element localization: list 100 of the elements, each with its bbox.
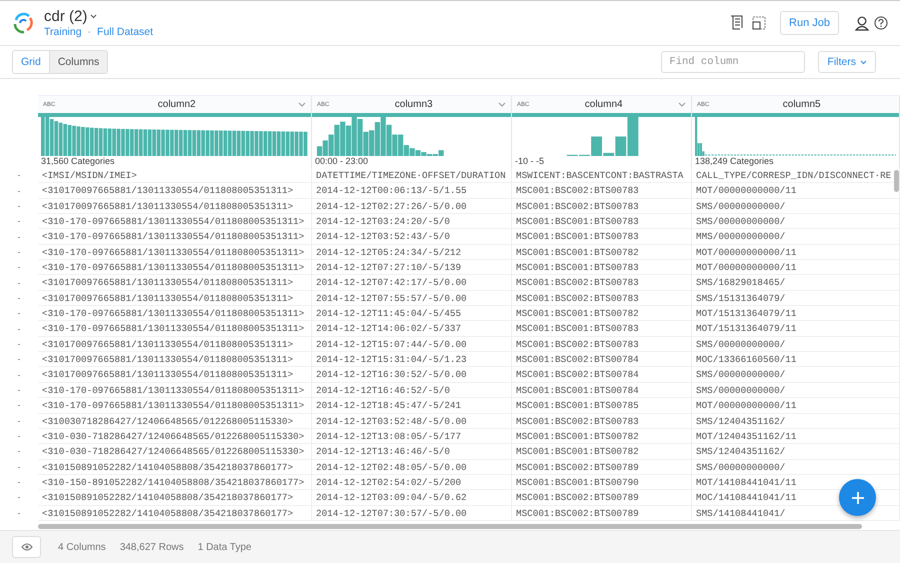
table-cell: MSC001:BSC001:BTS00790	[512, 474, 692, 490]
table-cell: SMS/12404351162/	[692, 414, 900, 429]
table-cell: MSC001:BSC001:BTS00785	[512, 398, 692, 414]
scrollbar-thumb[interactable]	[38, 524, 862, 528]
column-name: column3	[394, 99, 434, 110]
table-cell: 2014-12-12T07:55:57/-5/0.00	[312, 290, 512, 306]
frame-icon[interactable]	[752, 16, 766, 30]
row-marker	[18, 344, 20, 345]
document-icon[interactable]	[730, 15, 744, 31]
status-text: 1 Data Type	[198, 542, 252, 552]
add-button[interactable]	[839, 479, 876, 516]
dataset-title[interactable]: cdr (2)	[44, 8, 88, 25]
table-cell: <310-170-097665881/13011330554/011808005351311>	[38, 398, 312, 414]
row-marker	[18, 436, 20, 438]
row-marker	[18, 298, 20, 299]
table-cell: 2014-12-12T05:24:34/-5/212	[312, 244, 512, 260]
table-cell: MSC001:BSC002:BTS00784	[512, 367, 692, 383]
table-cell: 2014-12-12T00:06:13/-5/1.55	[312, 183, 512, 199]
table-cell: SMS/00000000000/	[692, 214, 900, 230]
table-cell: SMS/12404351162/	[692, 444, 900, 460]
table-cell: MSC001:BSC002:BTS00784	[512, 352, 692, 368]
row-marker	[18, 252, 20, 253]
table-cell: <310170097665881/13011330554/011808005351311>	[38, 367, 312, 383]
table-cell: SMS/00000000000/	[692, 367, 900, 383]
table-cell: <310-170-097665881/13011330554/011808005351311>	[38, 244, 312, 260]
table-cell: 2014-12-12T13:08:05/-5/177	[312, 428, 512, 444]
breadcrumb-separator: ·	[88, 26, 92, 38]
table-cell: <310150891052282/14104058808/354218037860177>	[38, 490, 312, 506]
table-cell: MSWICENT:BASCENTCONT:BASTRASTA	[512, 168, 692, 184]
column-summary: -10 - -5	[515, 156, 544, 166]
table-cell: MOT/12404351162/11	[692, 428, 900, 444]
table-cell: 2014-12-12T03:09:04/-5/0.62	[312, 490, 512, 506]
table-cell: <310170097665881/13011330554/011808005351311>	[38, 290, 312, 306]
table-cell: SMS/15131364079/	[692, 290, 900, 306]
row-marker	[18, 267, 20, 268]
status-text: 4 Columns	[58, 542, 106, 552]
eye-icon	[20, 543, 32, 551]
run-job-button[interactable]: Run Job	[780, 11, 839, 35]
table-cell: MSC001:BSC001:BTS00782	[512, 428, 692, 444]
caret-icon[interactable]	[90, 14, 98, 19]
breadcrumb-link[interactable]: Full Dataset	[97, 26, 154, 38]
help-icon[interactable]	[874, 16, 888, 30]
column-summary: 00:00 - 23:00	[315, 156, 368, 166]
table-cell: 2014-12-12T03:52:48/-5/0.00	[312, 414, 512, 429]
table-cell: MSC001:BSC001:BTS00783	[512, 214, 692, 230]
table-cell: <310-030-718286427/12406648565/012268005115330>	[38, 428, 312, 444]
table-cell: 2014-12-12T13:46:46/-5/0	[312, 444, 512, 460]
table-cell: <310030718286427/12406648565/012268005115330>	[38, 414, 312, 429]
table-cell: MSC001:BSC001:BTS00782	[512, 444, 692, 460]
table-cell: 2014-12-12T16:46:52/-5/0	[312, 382, 512, 398]
status-text: 348,627 Rows	[120, 542, 184, 552]
view-tab[interactable]: Columns	[48, 51, 108, 73]
column-summary: 31,560 Categories	[41, 156, 115, 166]
table-cell: MSC001:BSC001:BTS00782	[512, 306, 692, 322]
scrollbar-thumb[interactable]	[894, 170, 899, 192]
table-cell: MMS/00000000000/	[692, 229, 900, 245]
table-cell: MSC001:BSC002:BTS00783	[512, 198, 692, 214]
table-cell: MOT/00000000000/11	[692, 398, 900, 414]
table-cell: 2014-12-12T02:48:05/-5/0.00	[312, 460, 512, 475]
table-cell: 2014-12-12T14:06:02/-5/337	[312, 321, 512, 337]
table-cell: MSC001:BSC002:BTS00783	[512, 414, 692, 429]
table-cell: <310150891052282/14104058808/354218037860177>	[38, 460, 312, 475]
table-cell: 2014-12-12T15:07:44/-5/0.00	[312, 336, 512, 352]
row-marker	[18, 221, 20, 222]
table-cell: 2014-12-12T15:31:04/-5/1.23	[312, 352, 512, 368]
table-cell: MOC/13366160560/11	[692, 352, 900, 368]
table-cell: <310150891052282/14104058808/354218037860177>	[38, 506, 312, 521]
table-cell: MOT/00000000000/11	[692, 260, 900, 276]
logo-icon	[12, 12, 34, 34]
table-cell: MSC001:BSC002:BTS00789	[512, 506, 692, 521]
table-cell: SMS/00000000000/	[692, 198, 900, 214]
table-cell: MSC001:BSC001:BTS00783	[512, 229, 692, 245]
breadcrumb-link[interactable]: Training	[44, 26, 82, 38]
table-cell: <310-170-097665881/13011330554/011808005351311>	[38, 214, 312, 230]
row-marker	[18, 206, 20, 207]
user-icon[interactable]	[855, 16, 869, 30]
table-cell: SMS/00000000000/	[692, 336, 900, 352]
table-cell: MSC001:BSC001:BTS00784	[512, 382, 692, 398]
caret-icon	[860, 60, 867, 64]
table-cell: SMS/00000000000/	[692, 460, 900, 475]
table-cell: MSC001:BSC001:BTS00783	[512, 321, 692, 337]
table-cell: MSC001:BSC002:BTS00789	[512, 460, 692, 475]
eye-button[interactable]	[12, 536, 41, 558]
table-cell: MSC001:BSC001:BTS00783	[512, 260, 692, 276]
table-cell: 2014-12-12T07:42:17/-5/0.00	[312, 275, 512, 291]
table-cell: SMS/00000000000/	[692, 382, 900, 398]
table-cell: 2014-12-12T07:27:10/-5/139	[312, 260, 512, 276]
table-cell: 2014-12-12T11:45:04/-5/455	[312, 306, 512, 322]
find-column-field[interactable]: Find column	[661, 51, 806, 73]
table-cell: <310170097665881/13011330554/011808005351311>	[38, 336, 312, 352]
table-cell: <310-170-097665881/13011330554/011808005351311>	[38, 382, 312, 398]
table-cell: 2014-12-12T03:24:20/-5/0	[312, 214, 512, 230]
row-marker	[18, 390, 20, 391]
column-summary: 138,249 Categories	[695, 156, 774, 166]
table-cell: MSC001:BSC002:BTS00783	[512, 275, 692, 291]
table-cell: <310170097665881/13011330554/011808005351311>	[38, 275, 312, 291]
table-cell: MSC001:BSC002:BTS00783	[512, 336, 692, 352]
table-cell: 2014-12-12T18:45:47/-5/241	[312, 398, 512, 414]
column-name: column5	[782, 99, 822, 110]
filters-button[interactable]: Filters	[818, 51, 876, 73]
